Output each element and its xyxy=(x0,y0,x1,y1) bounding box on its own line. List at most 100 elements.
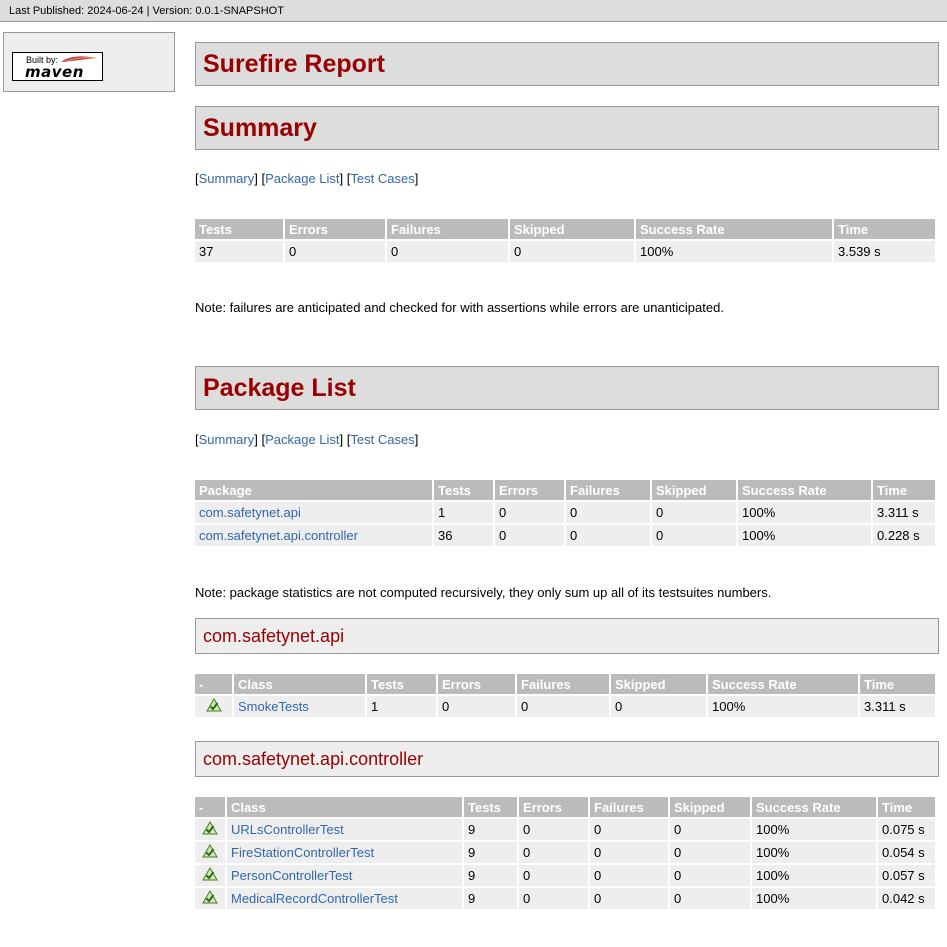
nav-summary-link[interactable]: Summary xyxy=(199,171,255,186)
class-header-row: - Class Tests Errors Failures Skipped Su… xyxy=(195,674,935,694)
cell-time: 0.075 s xyxy=(878,819,935,840)
cell-failures: 0 xyxy=(387,241,508,262)
summary-heading-box: Summary xyxy=(195,106,939,150)
class-link[interactable]: FireStationControllerTest xyxy=(231,845,374,860)
package-header-row: Package Tests Errors Failures Skipped Su… xyxy=(195,480,935,500)
cell-skipped: 0 xyxy=(611,696,706,717)
maven-logo: maven xyxy=(25,63,84,81)
cell-success-rate: 100% xyxy=(738,525,871,546)
cell-tests: 9 xyxy=(464,888,517,909)
package-classes-table: - Class Tests Errors Failures Skipped Su… xyxy=(193,795,937,911)
summary-table: Tests Errors Failures Skipped Success Ra… xyxy=(193,217,937,264)
col-skipped: Skipped xyxy=(652,480,736,500)
package-name-cell: com.safetynet.api xyxy=(195,502,432,523)
package-link[interactable]: com.safetynet.api.controller xyxy=(199,528,358,543)
nav-test-cases-link[interactable]: Test Cases xyxy=(350,432,414,447)
col-success-rate: Success Rate xyxy=(708,674,858,694)
col-class: Class xyxy=(227,797,462,817)
status-cell xyxy=(195,865,225,886)
nav-test-cases-link[interactable]: Test Cases xyxy=(350,171,414,186)
cell-success-rate: 100% xyxy=(708,696,858,717)
class-name-cell: URLsControllerTest xyxy=(227,819,462,840)
cell-skipped: 0 xyxy=(652,502,736,523)
cell-skipped: 0 xyxy=(670,888,750,909)
class-name-cell: MedicalRecordControllerTest xyxy=(227,888,462,909)
col-tests: Tests xyxy=(367,674,436,694)
summary-header-row: Tests Errors Failures Skipped Success Ra… xyxy=(195,219,935,239)
cell-tests: 1 xyxy=(367,696,436,717)
class-name-cell: FireStationControllerTest xyxy=(227,842,462,863)
col-failures: Failures xyxy=(566,480,650,500)
col-failures: Failures xyxy=(517,674,609,694)
col-success-rate: Success Rate xyxy=(636,219,832,239)
class-link[interactable]: URLsControllerTest xyxy=(231,822,344,837)
cell-tests: 9 xyxy=(464,819,517,840)
col-class: Class xyxy=(234,674,365,694)
cell-time: 0.228 s xyxy=(873,525,935,546)
summary-note: Note: failures are anticipated and check… xyxy=(195,300,724,315)
built-by-maven-badge[interactable]: Built by: maven xyxy=(12,52,103,81)
col-failures: Failures xyxy=(590,797,668,817)
cell-errors: 0 xyxy=(519,842,588,863)
cell-time: 3.311 s xyxy=(860,696,935,717)
cell-success-rate: 100% xyxy=(738,502,871,523)
cell-skipped: 0 xyxy=(670,842,750,863)
cell-failures: 0 xyxy=(566,525,650,546)
cell-errors: 0 xyxy=(495,502,564,523)
cell-errors: 0 xyxy=(438,696,515,717)
cell-time: 3.311 s xyxy=(873,502,935,523)
status-cell xyxy=(195,819,225,840)
class-link[interactable]: PersonControllerTest xyxy=(231,868,352,883)
cell-skipped: 0 xyxy=(670,819,750,840)
class-link[interactable]: SmokeTests xyxy=(238,699,309,714)
table-row: MedicalRecordControllerTest 9 0 0 0 100%… xyxy=(195,888,935,909)
cell-success-rate: 100% xyxy=(752,819,876,840)
col-time: Time xyxy=(878,797,935,817)
cell-failures: 0 xyxy=(590,819,668,840)
package-list-table: Package Tests Errors Failures Skipped Su… xyxy=(193,478,937,548)
status-cell xyxy=(195,888,225,909)
page-title: Surefire Report xyxy=(203,50,385,78)
cell-failures: 0 xyxy=(590,865,668,886)
nav-summary-link[interactable]: Summary xyxy=(199,432,255,447)
cell-tests: 36 xyxy=(434,525,493,546)
package-heading-box: com.safetynet.api.controller xyxy=(195,741,939,777)
cell-success-rate: 100% xyxy=(752,888,876,909)
col-skipped: Skipped xyxy=(670,797,750,817)
cell-errors: 0 xyxy=(519,819,588,840)
package-heading: com.safetynet.api.controller xyxy=(203,749,424,769)
col-status: - xyxy=(195,674,232,694)
success-icon xyxy=(202,890,218,904)
col-failures: Failures xyxy=(387,219,508,239)
cell-time: 3.539 s xyxy=(834,241,935,262)
cell-skipped: 0 xyxy=(510,241,634,262)
cell-errors: 0 xyxy=(519,888,588,909)
status-cell xyxy=(195,842,225,863)
table-row: com.safetynet.api 1 0 0 0 100% 3.311 s xyxy=(195,502,935,523)
col-status: - xyxy=(195,797,225,817)
cell-tests: 9 xyxy=(464,865,517,886)
success-icon xyxy=(202,867,218,881)
col-errors: Errors xyxy=(438,674,515,694)
class-header-row: - Class Tests Errors Failures Skipped Su… xyxy=(195,797,935,817)
package-classes-table: - Class Tests Errors Failures Skipped Su… xyxy=(193,672,937,719)
cell-tests: 9 xyxy=(464,842,517,863)
nav-package-list-link[interactable]: Package List xyxy=(265,432,339,447)
package-link[interactable]: com.safetynet.api xyxy=(199,505,301,520)
package-list-heading-box: Package List xyxy=(195,366,939,410)
report-title-box: Surefire Report xyxy=(195,42,939,86)
success-icon xyxy=(202,844,218,858)
table-row: SmokeTests 1 0 0 0 100% 3.311 s xyxy=(195,696,935,717)
table-row: URLsControllerTest 9 0 0 0 100% 0.075 s xyxy=(195,819,935,840)
cell-failures: 0 xyxy=(590,842,668,863)
cell-skipped: 0 xyxy=(652,525,736,546)
col-time: Time xyxy=(873,480,935,500)
table-row: 37 0 0 0 100% 3.539 s xyxy=(195,241,935,262)
table-row: com.safetynet.api.controller 36 0 0 0 10… xyxy=(195,525,935,546)
nav-package-list-link[interactable]: Package List xyxy=(265,171,339,186)
cell-skipped: 0 xyxy=(670,865,750,886)
col-skipped: Skipped xyxy=(510,219,634,239)
class-name-cell: SmokeTests xyxy=(234,696,365,717)
cell-time: 0.054 s xyxy=(878,842,935,863)
class-link[interactable]: MedicalRecordControllerTest xyxy=(231,891,398,906)
